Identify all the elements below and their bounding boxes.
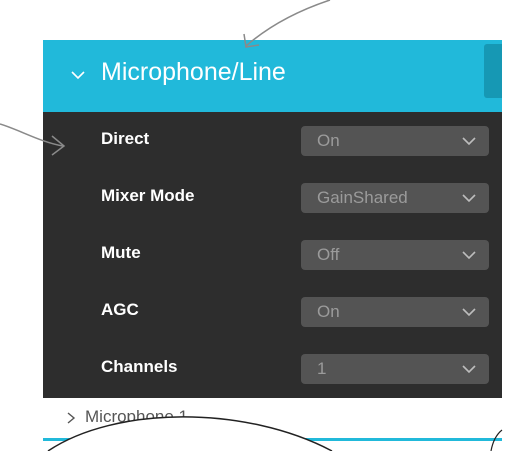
chevron-down-icon [71,71,85,80]
settings-list: Direct On Mixer Mode GainShared Mute Off [43,112,502,398]
accent-divider [43,438,502,441]
mixer-mode-select[interactable]: GainShared [301,183,489,213]
setting-row-direct: Direct On [43,112,502,169]
setting-label-mute: Mute [101,243,141,262]
setting-label-direct: Direct [101,129,150,148]
chevron-right-icon [67,412,76,424]
microphone-1-label: Microphone 1 [85,407,189,426]
setting-label-channels: Channels [101,357,178,376]
channels-select-value: 1 [317,359,327,378]
mixer-mode-select-value: GainShared [317,188,408,207]
mute-select[interactable]: Off [301,240,489,270]
setting-row-channels: Channels 1 [43,340,502,397]
chevron-down-icon [462,137,476,146]
section-title: Microphone/Line [101,58,286,86]
microphone-line-panel: Microphone/Line Direct On Mixer Mode Gai… [43,40,502,445]
agc-select[interactable]: On [301,297,489,327]
chevron-down-icon [462,308,476,317]
chevron-down-icon [462,194,476,203]
setting-label-agc: AGC [101,300,139,319]
chevron-down-icon [462,365,476,374]
setting-label-mixer-mode: Mixer Mode [101,186,195,205]
microphone-1-item[interactable]: Microphone 1 [43,398,502,438]
direct-select[interactable]: On [301,126,489,156]
direct-select-value: On [317,131,340,150]
setting-row-agc: AGC On [43,283,502,340]
channels-select[interactable]: 1 [301,354,489,384]
setting-row-mute: Mute Off [43,226,502,283]
agc-select-value: On [317,302,340,321]
microphone-line-header[interactable]: Microphone/Line [43,40,502,112]
setting-row-mixer-mode: Mixer Mode GainShared [43,169,502,226]
mute-select-value: Off [317,245,340,264]
header-side-tab [484,44,502,98]
chevron-down-icon [462,251,476,260]
